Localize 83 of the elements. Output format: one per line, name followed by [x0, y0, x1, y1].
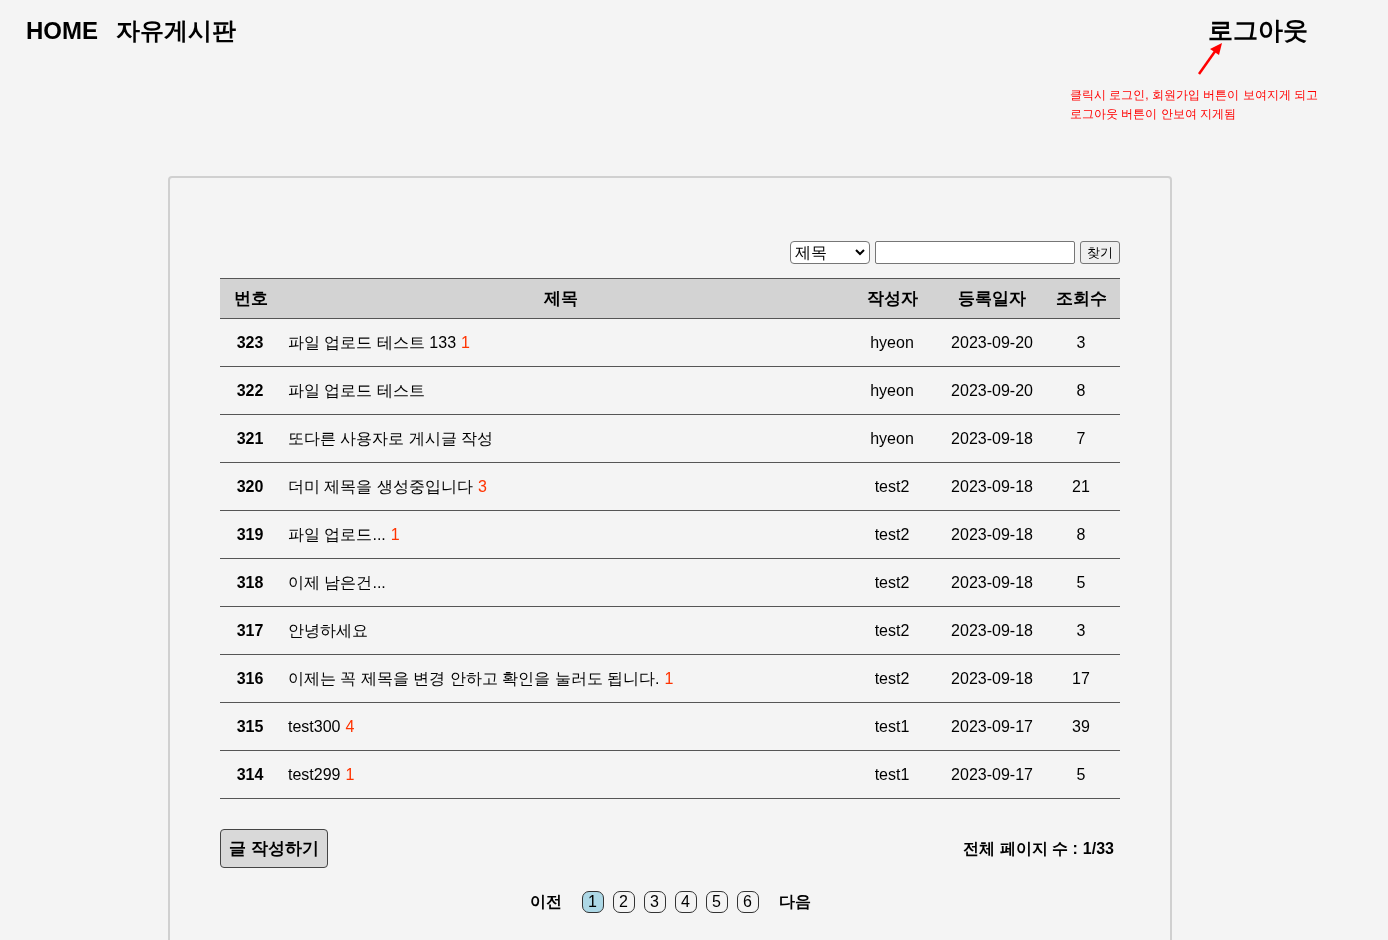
date-cell: 2023-09-18 [942, 558, 1042, 607]
post-title-link[interactable]: 파일 업로드... [288, 525, 386, 543]
chevron-down-icon [855, 249, 865, 256]
author-cell: test1 [842, 750, 942, 799]
author-cell: test2 [842, 654, 942, 703]
comment-count: 4 [345, 717, 355, 735]
author-cell: test2 [842, 462, 942, 511]
post-title-link[interactable]: test299 [288, 765, 341, 783]
date-cell: 2023-09-17 [942, 702, 1042, 751]
post-number-cell: 321 [220, 414, 280, 463]
total-pages-value: 1/33 [1082, 838, 1114, 859]
post-title-link[interactable]: 더미 제목을 생성중입니다 [288, 477, 473, 495]
post-number-cell: 316 [220, 654, 280, 703]
date-cell: 2023-09-17 [942, 750, 1042, 799]
post-title-link[interactable]: 또다른 사용자로 게시글 작성 [288, 429, 494, 447]
home-link[interactable]: HOME [26, 13, 98, 49]
date-cell: 2023-09-18 [942, 462, 1042, 511]
views-cell: 17 [1042, 654, 1120, 703]
annotation-text: 로그아웃 버튼이 안보여 지게됨 [1070, 106, 1237, 123]
search-type-value: 제목 [795, 242, 827, 263]
post-title-link[interactable]: 이제는 꼭 제목을 변경 안하고 확인을 눌러도 됩니다. [288, 669, 660, 687]
author-cell: test2 [842, 510, 942, 559]
date-cell: 2023-09-18 [942, 510, 1042, 559]
views-cell: 5 [1042, 750, 1120, 799]
post-number-cell: 322 [220, 366, 280, 415]
comment-count: 3 [477, 477, 487, 495]
date-cell: 2023-09-18 [942, 414, 1042, 463]
previous-page-link[interactable]: 이전 [529, 890, 562, 914]
author-cell: hyeon [842, 366, 942, 415]
annotation-text: 클릭시 로그인, 회원가입 버튼이 보여지게 되고 [1070, 87, 1318, 104]
post-number-cell: 314 [220, 750, 280, 799]
column-header: 조회수 [1042, 278, 1120, 319]
column-header: 번호 [220, 278, 280, 319]
author-cell: test2 [842, 558, 942, 607]
views-cell: 21 [1042, 462, 1120, 511]
post-number-cell: 323 [220, 318, 280, 367]
views-cell: 8 [1042, 510, 1120, 559]
views-cell: 3 [1042, 606, 1120, 655]
date-cell: 2023-09-18 [942, 654, 1042, 703]
logout-link[interactable]: 로그아웃 [1208, 12, 1308, 50]
post-number-cell: 318 [220, 558, 280, 607]
post-number-cell: 315 [220, 702, 280, 751]
search-button[interactable]: 찾기 [1080, 241, 1120, 264]
views-cell: 8 [1042, 366, 1120, 415]
post-title-link[interactable]: 안녕하세요 [288, 621, 368, 639]
views-cell: 5 [1042, 558, 1120, 607]
author-cell: test2 [842, 606, 942, 655]
post-title-link[interactable]: 파일 업로드 테스트 [288, 381, 425, 399]
write-post-button[interactable]: 글 작성하기 [220, 829, 328, 868]
views-cell: 39 [1042, 702, 1120, 751]
column-header: 작성자 [842, 278, 942, 319]
date-cell: 2023-09-20 [942, 366, 1042, 415]
author-cell: hyeon [842, 318, 942, 367]
page-link[interactable]: 2 [612, 891, 635, 913]
author-cell: test1 [842, 702, 942, 751]
comment-count: 1 [664, 669, 674, 687]
views-cell: 3 [1042, 318, 1120, 367]
page-link[interactable]: 3 [643, 891, 666, 913]
post-title-link[interactable]: test300 [288, 717, 341, 735]
post-number-cell: 320 [220, 462, 280, 511]
search-field[interactable] [875, 241, 1075, 264]
post-title-link[interactable]: 파일 업로드 테스트 133 [288, 333, 457, 351]
page-link[interactable]: 5 [705, 891, 728, 913]
page-link[interactable]: 1 [581, 891, 604, 913]
comment-count: 1 [390, 525, 400, 543]
page-link[interactable]: 6 [736, 891, 759, 913]
views-cell: 7 [1042, 414, 1120, 463]
comment-count: 1 [345, 765, 355, 783]
post-number-cell: 319 [220, 510, 280, 559]
next-page-link[interactable]: 다음 [778, 890, 811, 914]
date-cell: 2023-09-18 [942, 606, 1042, 655]
comment-count: 1 [461, 333, 470, 351]
date-cell: 2023-09-20 [942, 318, 1042, 367]
search-type-select[interactable]: 제목 [790, 241, 870, 264]
post-title-link[interactable]: 이제 남은건... [288, 573, 386, 591]
total-pages-label: 전체 페이지 수 : [963, 838, 1078, 859]
page-link[interactable]: 4 [674, 891, 697, 913]
author-cell: hyeon [842, 414, 942, 463]
board-link[interactable]: 자유게시판 [116, 13, 236, 49]
column-header: 제목 [280, 278, 842, 319]
post-number-cell: 317 [220, 606, 280, 655]
column-header: 등록일자 [942, 278, 1042, 319]
annotation-arrow [1197, 43, 1222, 75]
